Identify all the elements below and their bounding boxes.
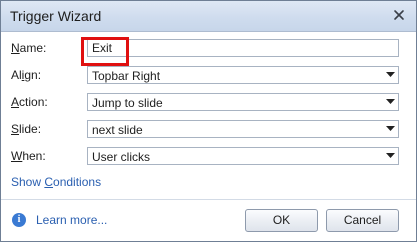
- slide-label: Slide:: [11, 122, 42, 136]
- show-conditions-link[interactable]: Show Conditions: [11, 175, 101, 189]
- dialog-title: Trigger Wizard: [10, 8, 102, 24]
- ok-button[interactable]: OK: [245, 209, 318, 232]
- title-bar[interactable]: Trigger Wizard: [1, 1, 416, 32]
- when-label: When:: [11, 149, 46, 163]
- when-value: User clicks: [92, 150, 151, 164]
- close-icon[interactable]: [391, 7, 407, 23]
- align-row: Align: Topbar Right: [1, 64, 416, 86]
- dialog-footer: i Learn more... OK Cancel: [1, 199, 416, 241]
- chevron-down-icon[interactable]: [383, 149, 397, 163]
- align-label: Align:: [11, 68, 42, 82]
- when-row: When: User clicks: [1, 145, 416, 167]
- action-select[interactable]: Jump to slide: [87, 93, 399, 111]
- chevron-down-icon[interactable]: [383, 122, 397, 136]
- cancel-button[interactable]: Cancel: [326, 209, 399, 232]
- align-select[interactable]: Topbar Right: [87, 66, 399, 84]
- align-value: Topbar Right: [92, 69, 161, 83]
- chevron-down-icon[interactable]: [383, 95, 397, 109]
- name-input[interactable]: [87, 39, 399, 57]
- name-label: Name:: [11, 41, 47, 55]
- trigger-wizard-dialog: Trigger Wizard Name: Align: Topbar Right…: [0, 0, 417, 242]
- slide-value: next slide: [92, 123, 143, 137]
- chevron-down-icon[interactable]: [383, 68, 397, 82]
- dialog-body: Name: Align: Topbar Right Action: Jump t…: [1, 32, 416, 241]
- when-select[interactable]: User clicks: [87, 147, 399, 165]
- slide-select[interactable]: next slide: [87, 120, 399, 138]
- name-row: Name:: [1, 37, 416, 66]
- learn-more-link[interactable]: Learn more...: [36, 213, 107, 227]
- action-value: Jump to slide: [92, 96, 163, 110]
- slide-row: Slide: next slide: [1, 118, 416, 140]
- info-icon: i: [12, 213, 26, 227]
- action-row: Action: Jump to slide: [1, 91, 416, 113]
- action-label: Action:: [11, 95, 48, 109]
